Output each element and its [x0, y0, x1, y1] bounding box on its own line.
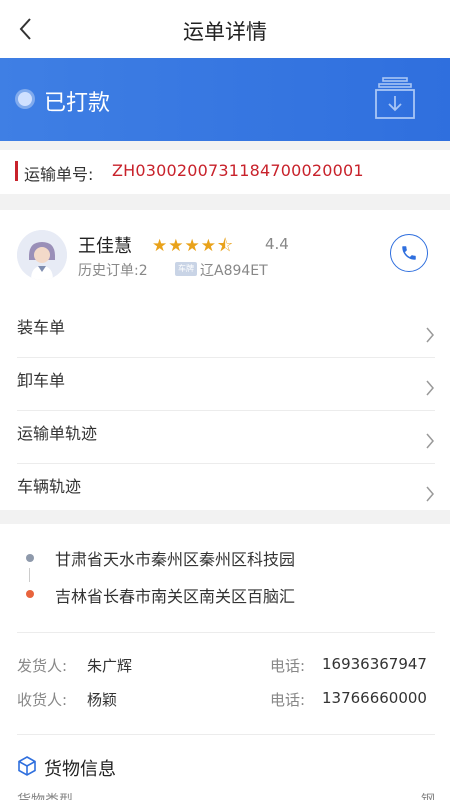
- user-avatar-icon: [17, 230, 67, 280]
- order-number-row: 运输单号: ZH030020073118470002000​1: [0, 150, 450, 194]
- destination-address: 吉林省长春市南关区南关区百脑汇: [55, 587, 296, 606]
- menu-item-vehicle-track[interactable]: 车辆轨迹: [17, 465, 435, 517]
- cargo-section-title: 货物信息: [44, 759, 116, 780]
- driver-card: 王佳慧 ★★★★⯪ 4.4 历史订单:2 车牌 辽A894ET 装车单 卸车单 …: [0, 210, 450, 510]
- chevron-right-icon: [426, 380, 434, 396]
- cargo-type-value: 钢: [421, 790, 435, 800]
- avatar: [17, 230, 67, 280]
- cargo-type-label: 货物类型: [17, 790, 73, 800]
- rating-value: 4.4: [265, 235, 289, 253]
- navbar: 运单详情: [0, 0, 450, 58]
- menu-item-waybill-track[interactable]: 运输单轨迹: [17, 412, 435, 464]
- receiver-name: 杨颖: [87, 691, 118, 709]
- status-dot: [18, 92, 32, 106]
- chevron-right-icon: [426, 486, 434, 502]
- driver-name: 王佳慧: [78, 236, 132, 257]
- phone-icon: [402, 246, 416, 260]
- page-title: 运单详情: [183, 20, 267, 44]
- shipper-label: 发货人:: [17, 657, 68, 675]
- divider: [17, 632, 435, 633]
- menu-item-label: 运输单轨迹: [17, 424, 98, 443]
- menu-item-label: 车辆轨迹: [17, 477, 82, 496]
- rating-stars: ★★★★⯪: [152, 236, 235, 256]
- menu-item-label: 装车单: [17, 318, 66, 337]
- download-tray-icon[interactable]: [374, 76, 416, 120]
- receiver-tel[interactable]: 13766660000: [322, 689, 427, 707]
- plate-tag: 车牌: [175, 262, 197, 276]
- order-number-label: 运输单号:: [24, 165, 94, 184]
- plate-number: 辽A894ET: [200, 263, 268, 279]
- receiver-label: 收货人:: [17, 691, 68, 709]
- shipper-tel-label: 电话:: [270, 657, 306, 675]
- status-text: 已打款: [44, 91, 111, 116]
- history-orders: 历史订单:2: [78, 263, 148, 279]
- menu-item-loading-sheet[interactable]: 装车单: [17, 306, 435, 358]
- cube-icon: [18, 756, 36, 776]
- menu-item-label: 卸车单: [17, 371, 66, 390]
- order-number-value: ZH030020073118470002000​1: [112, 161, 364, 180]
- origin-address: 甘肃省天水市秦州区秦州区科技园: [55, 550, 296, 569]
- menu-item-unloading-sheet[interactable]: 卸车单: [17, 359, 435, 411]
- chevron-right-icon: [426, 327, 434, 343]
- shipper-tel[interactable]: 16936367947: [322, 655, 427, 673]
- origin-dot: [26, 554, 34, 562]
- order-accent-bar: [15, 161, 18, 181]
- route-card: 甘肃省天水市秦州区秦州区科技园 吉林省长春市南关区南关区百脑汇 发货人: 朱广辉…: [0, 524, 450, 800]
- destination-dot: [26, 590, 34, 598]
- route-connector: [29, 568, 30, 582]
- shipper-name: 朱广辉: [87, 657, 133, 675]
- receiver-tel-label: 电话:: [270, 691, 306, 709]
- chevron-right-icon: [426, 433, 434, 449]
- call-driver-button[interactable]: [390, 234, 428, 272]
- divider: [17, 734, 435, 735]
- status-banner: 已打款: [0, 58, 450, 141]
